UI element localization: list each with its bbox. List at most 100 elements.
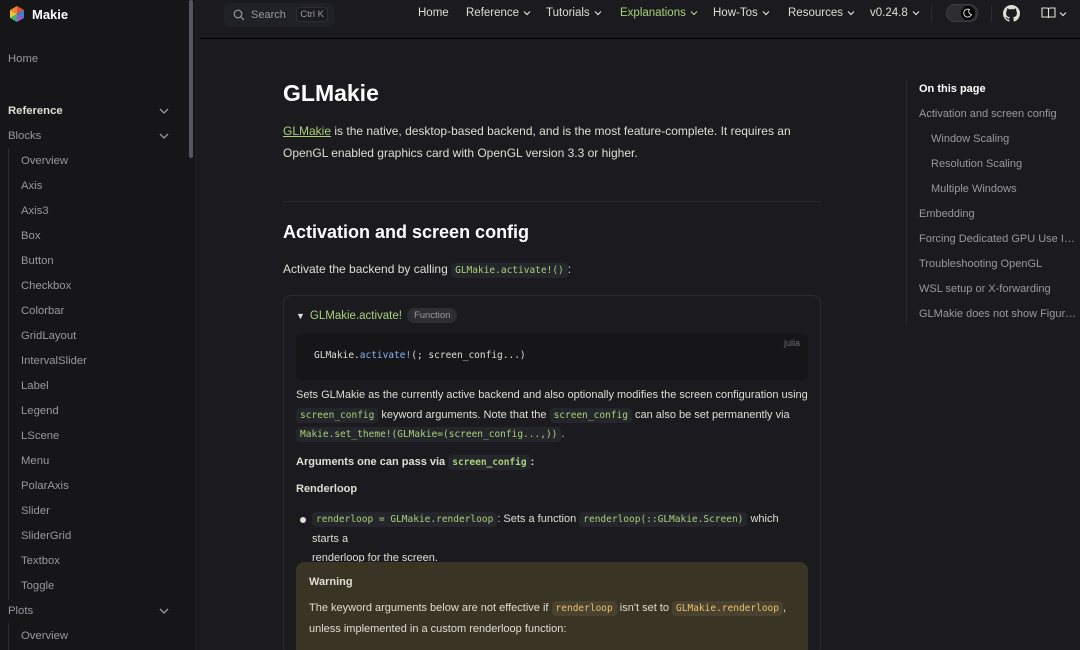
search-icon [233,9,245,21]
sidebar-item-slider[interactable]: Slider [21,500,201,522]
code-token: activate! [359,350,412,361]
search-label: Search [251,9,286,21]
code-token: (; screen_config...) [411,350,526,361]
search-button[interactable]: Search Ctrl K [224,3,334,27]
table-of-contents: On this page Activation and screen confi… [906,80,1080,325]
toc-item[interactable]: Forcing Dedicated GPU Use In L... [919,233,1079,245]
sidebar-item-textbox[interactable]: Textbox [21,550,201,572]
book-icon[interactable] [1041,6,1056,20]
sidebar-item-checkbox[interactable]: Checkbox [21,275,201,297]
chevron-down-icon [594,11,602,16]
chevron-down-icon[interactable] [158,605,170,617]
glmakie-link[interactable]: GLMakie [283,124,331,138]
nav-tutorials[interactable]: Tutorials [546,7,603,19]
sidebar-item-home[interactable]: Home [8,48,188,70]
theme-toggle[interactable] [946,4,978,22]
sidebar-item-overview[interactable]: Overview [21,150,201,172]
chevron-down-icon[interactable] [158,105,170,117]
intro-text: is the native, desktop-based backend, an… [331,124,791,138]
bullet-point [300,517,306,523]
sidebar-item-menu[interactable]: Menu [21,450,201,472]
sidebar-item-axis3[interactable]: Axis3 [21,200,201,222]
nav-resources[interactable]: Resources [788,7,856,19]
toc-item[interactable]: Embedding [919,208,1079,220]
nav-divider [931,6,932,22]
doc-text: isn't set to [616,602,673,614]
doc-text: Sets GLMakie as the currently active bac… [296,389,808,401]
sidebar-group-label: Plots [8,605,34,617]
top-navbar: Search Ctrl K Home Reference Tutorials E… [200,0,1080,39]
sidebar-item-polaraxis[interactable]: PolarAxis [21,475,201,497]
inline-code: renderloop(::GLMakie.Screen) [579,512,748,527]
sidebar-item-legend[interactable]: Legend [21,400,201,422]
doc-text: , [783,602,787,614]
toc-item[interactable]: Troubleshooting OpenGL [919,258,1079,270]
chevron-down-icon [523,11,531,16]
nav-home[interactable]: Home [418,7,449,19]
inline-code: GLMakie.renderloop [672,601,783,616]
docstring-header[interactable]: ▼ GLMakie.activate! Function [296,308,458,323]
warning-title: Warning [309,576,353,588]
sidebar-tree-line [8,623,9,650]
nav-explanations[interactable]: Explanations [620,7,699,19]
doc-text: unless implemented in a custom renderloo… [309,623,567,635]
renderloop-heading: Renderloop [296,483,358,495]
github-icon[interactable] [1003,5,1020,22]
sidebar-item-slidergrid[interactable]: SliderGrid [21,525,201,547]
toc-item[interactable]: GLMakie does not show Figure ... [919,308,1079,320]
sidebar-item-box[interactable]: Box [21,225,201,247]
toc-item[interactable]: Window Scaling [931,133,1079,145]
arguments-heading: Arguments one can pass via screen_config… [296,455,534,470]
sidebar-item-plots-overview[interactable]: Overview [21,625,201,647]
docstring-badge: Function [406,308,458,323]
sidebar-item-lscene[interactable]: LScene [21,425,201,447]
nav-label: Home [418,7,449,19]
nav-label: v0.24.8 [870,7,908,19]
sidebar-group-label: Blocks [8,130,42,142]
doc-text: . [561,428,565,440]
section-heading: Activation and screen config [283,222,530,242]
inline-code: renderloop = GLMakie.renderloop [312,512,498,527]
activate-text: Activate the backend by calling [283,262,452,276]
warning-box: Warning The keyword arguments below are … [296,562,808,650]
sidebar-item-gridlayout[interactable]: GridLayout [21,325,201,347]
nav-how-tos[interactable]: How-Tos [713,7,771,19]
toc-item[interactable]: Multiple Windows [931,183,1079,195]
nav-divider [991,6,992,22]
chevron-down-icon [690,11,698,16]
warning-text: The keyword arguments below are not effe… [309,598,799,639]
doc-text: : Sets a function [497,513,580,525]
logo-text: Makie [32,6,69,22]
sidebar-item-colorbar[interactable]: Colorbar [21,300,201,322]
theme-toggle-knob [961,6,975,20]
logo[interactable]: Makie [8,4,68,24]
inline-code: screen_config [448,455,531,470]
moon-icon [963,8,973,18]
docstring-paragraph: Sets GLMakie as the currently active bac… [296,386,808,445]
nav-reference[interactable]: Reference [466,7,532,19]
sidebar-scrollbar[interactable] [189,0,193,158]
nav-version[interactable]: v0.24.8 [870,7,921,19]
sidebar-item-label[interactable]: Label [21,375,201,397]
code-line: GLMakie.activate!(; screen_config...) [314,350,526,361]
chevron-down-icon[interactable] [158,130,170,142]
nav-label: Resources [788,7,843,19]
sidebar-item-intervalslider[interactable]: IntervalSlider [21,350,201,372]
sidebar-item-toggle[interactable]: Toggle [21,575,201,597]
toc-item[interactable]: Resolution Scaling [931,158,1079,170]
activate-paragraph: Activate the backend by calling GLMakie.… [283,258,813,282]
doc-text: Arguments one can pass via [296,456,449,468]
toc-item[interactable]: WSL setup or X-forwarding [919,283,1079,295]
nav-label: Explanations [620,7,686,19]
chevron-down-icon[interactable] [1058,9,1068,19]
nav-label: How-Tos [713,7,758,19]
sidebar-tree-line [8,148,9,600]
toc-item[interactable]: Activation and screen config [919,108,1079,120]
inline-code: screen_config [549,407,632,423]
sidebar-item-button[interactable]: Button [21,250,201,272]
page-title: GLMakie [283,80,379,106]
chevron-down-icon [912,11,920,16]
sidebar-item-axis[interactable]: Axis [21,175,201,197]
inline-code: renderloop [551,601,617,616]
divider [283,201,821,202]
